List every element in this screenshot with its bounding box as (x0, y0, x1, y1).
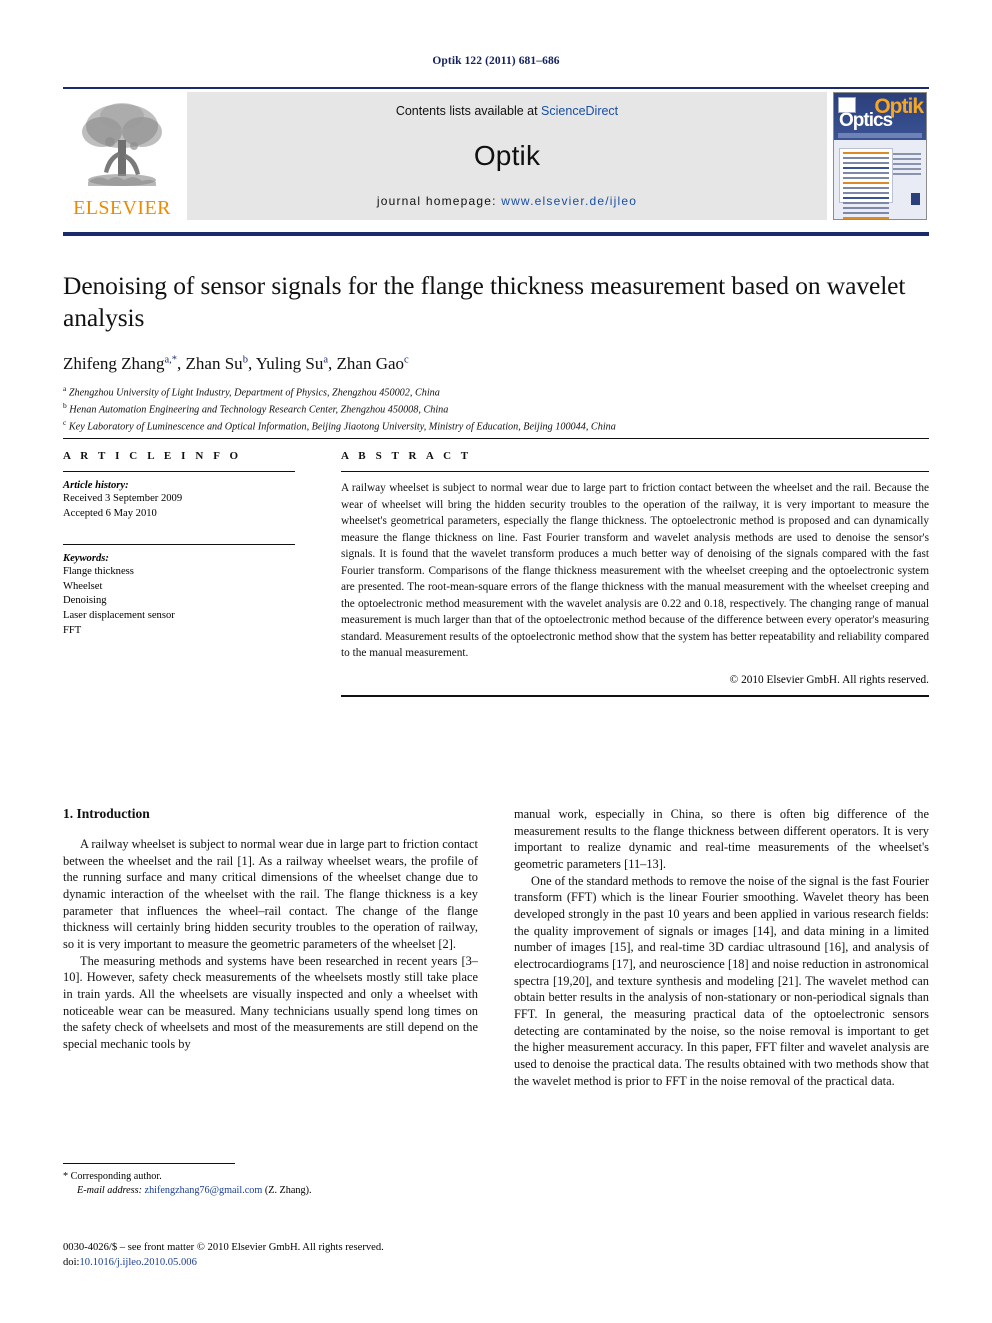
article-info-column: A R T I C L E I N F O Article history: R… (63, 450, 315, 697)
cover-tagline-band (838, 133, 922, 138)
page-title: Denoising of sensor signals for the flan… (63, 271, 906, 333)
corresponding-author-note: * Corresponding author. (63, 1171, 162, 1182)
affiliation-item: c Key Laboratory of Luminescence and Opt… (63, 418, 929, 435)
info-block-top-rule (63, 438, 929, 439)
affiliation-marker: c (63, 418, 67, 427)
abstract-column: A B S T R A C T A railway wheelset is su… (315, 450, 929, 698)
email-label: E-mail address: (77, 1185, 142, 1197)
paragraph: The measuring methods and systems have b… (63, 953, 478, 1052)
journal-cover-thumbnail[interactable]: Optik Optics (833, 92, 927, 220)
abstract-text: A railway wheelset is subject to normal … (341, 482, 929, 660)
keyword-item: Flange thickness (63, 566, 134, 578)
article-received-date: Received 3 September 2009 (63, 493, 183, 504)
author-marker-c: a (323, 354, 329, 366)
cover-contents-panel (839, 148, 893, 219)
keyword-item: FFT (63, 624, 82, 636)
contents-prefix: Contents lists available at (395, 104, 542, 118)
keyword-item: Wheelset (63, 580, 103, 592)
cover-side-lines (893, 150, 921, 178)
journal-band: Contents lists available at ScienceDirec… (187, 92, 827, 220)
keywords-label: Keywords: (63, 553, 109, 565)
affiliation-text: Henan Automation Engineering and Technol… (69, 404, 449, 416)
keywords-rule (63, 544, 295, 546)
footnote-rule (63, 1163, 235, 1164)
left-column: 1. Introduction A railway wheelset is su… (63, 806, 478, 1089)
cover-body (834, 140, 926, 219)
author-marker-b: b (242, 354, 248, 366)
email-suffix: (Z. Zhang). (264, 1185, 312, 1197)
affiliation-list: a Zhengzhou University of Light Industry… (63, 384, 929, 435)
right-column: manual work, especially in China, so the… (514, 806, 929, 1089)
affiliation-marker: b (63, 401, 67, 411)
keyword-item: Denoising (63, 595, 107, 607)
issn-line: 0030-4026/$ – see front matter © 2010 El… (63, 1242, 384, 1253)
email-link[interactable]: zhifengzhang76@gmail.com (145, 1185, 263, 1196)
contents-lists-line: Contents lists available at ScienceDirec… (396, 104, 618, 118)
abstract-label: A B S T R A C T (341, 450, 472, 462)
article-info-rule (63, 471, 295, 472)
running-head: Optik 122 (2011) 681–686 (432, 55, 560, 67)
affiliation-text: Key Laboratory of Luminescence and Optic… (68, 421, 616, 433)
article-history-label: Article history: (63, 480, 129, 491)
paragraph: manual work, especially in China, so the… (514, 807, 929, 872)
affiliation-marker: a (63, 384, 67, 394)
author-marker-a: a,* (164, 354, 178, 366)
author-list: Zhifeng Zhanga,*, Zhan Sub, Yuling Sua, … (63, 354, 409, 374)
journal-title: Optik (473, 140, 541, 171)
elsevier-tree-icon (82, 103, 162, 186)
paragraph: One of the standard methods to remove th… (514, 873, 929, 1088)
section-heading-introduction: 1. Introduction (63, 806, 150, 821)
title-area: Denoising of sensor signals for the flan… (63, 270, 929, 435)
sciencedirect-link[interactable]: ScienceDirect (541, 104, 618, 118)
footnote-block: * Corresponding author. E-mail address: … (63, 1170, 483, 1199)
masthead-bottom-rule (63, 232, 929, 236)
paragraph: A railway wheelset is subject to normal … (63, 837, 478, 952)
article-info-label: A R T I C L E I N F O (63, 450, 242, 462)
paper-page: Optik 122 (2011) 681–686 ELSEVIER Conten… (0, 0, 992, 1323)
cover-issue-badge (911, 193, 920, 205)
abstract-bottom-rule (341, 695, 929, 698)
homepage-prefix: journal homepage: (376, 194, 502, 208)
masthead-top-rule (63, 87, 929, 89)
doi-link[interactable]: 10.1016/j.ijleo.2010.05.006 (79, 1257, 196, 1268)
email-note: E-mail address: zhifengzhang76@gmail.com… (63, 1184, 483, 1198)
journal-masthead: ELSEVIER Contents lists available at Sci… (63, 92, 929, 220)
body-columns: 1. Introduction A railway wheelset is su… (63, 806, 929, 1089)
journal-cover-block: Optik Optics (833, 92, 929, 220)
elsevier-logo: ELSEVIER (63, 92, 181, 220)
abstract-copyright: © 2010 Elsevier GmbH. All rights reserve… (729, 674, 929, 687)
elsevier-wordmark: ELSEVIER (73, 197, 171, 219)
affiliation-item: b Henan Automation Engineering and Techn… (63, 401, 929, 418)
journal-homepage-line: journal homepage: www.elsevier.de/ijleo (377, 194, 637, 208)
article-accepted-date: Accepted 6 May 2010 (63, 507, 157, 519)
abstract-rule (341, 471, 929, 472)
cover-title-bottom: Optics (839, 110, 893, 131)
journal-homepage-link[interactable]: www.elsevier.de/ijleo (501, 194, 637, 208)
affiliation-text: Zhengzhou University of Light Industry, … (68, 387, 440, 399)
affiliation-item: a Zhengzhou University of Light Industry… (63, 384, 929, 401)
info-abstract-block: A R T I C L E I N F O Article history: R… (63, 450, 929, 698)
keyword-item: Laser displacement sensor (63, 610, 175, 622)
author-marker-d: c (404, 354, 409, 366)
doi-label: doi: (63, 1257, 80, 1269)
page-footer: 0030-4026/$ – see front matter © 2010 El… (63, 1240, 563, 1271)
doi-line: doi:10.1016/j.ijleo.2010.05.006 (63, 1255, 563, 1270)
